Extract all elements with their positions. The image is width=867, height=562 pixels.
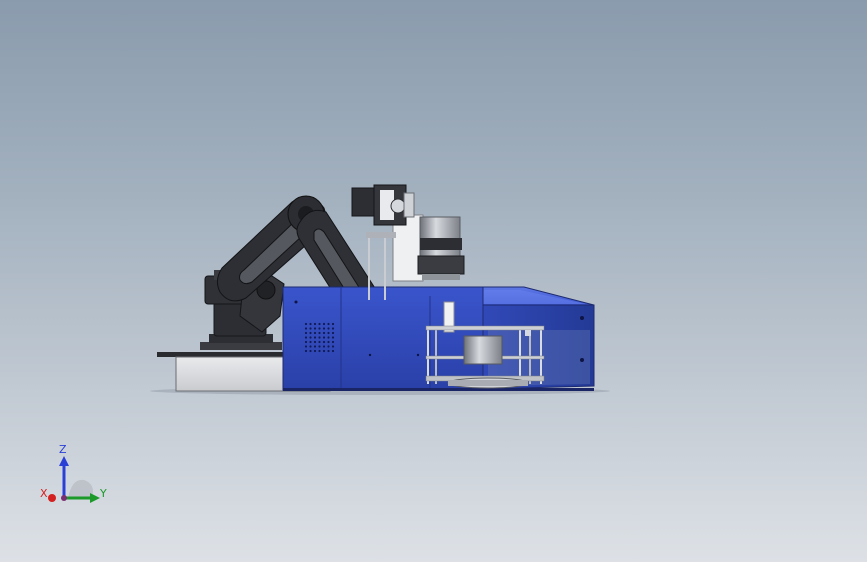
vent-hole bbox=[304, 349, 308, 353]
vent-hole bbox=[309, 336, 312, 339]
vent-hole bbox=[313, 336, 317, 339]
vent-hole bbox=[322, 340, 326, 344]
axis-label-x: X bbox=[40, 487, 48, 500]
vent-hole bbox=[327, 340, 330, 344]
vent-hole bbox=[313, 340, 317, 344]
vent-hole bbox=[318, 327, 321, 330]
vent-hole bbox=[327, 331, 330, 335]
vent-hole bbox=[318, 340, 321, 344]
vent-hole bbox=[331, 327, 335, 330]
vent-hole bbox=[322, 331, 326, 335]
vent-hole bbox=[313, 349, 317, 353]
vent-hole bbox=[309, 331, 312, 335]
vent-hole bbox=[318, 331, 321, 335]
vent-hole bbox=[327, 349, 330, 353]
vent-hole bbox=[309, 349, 312, 353]
vent-hole bbox=[313, 327, 317, 330]
vent-hole bbox=[327, 345, 330, 348]
vent-hole bbox=[304, 336, 308, 339]
vent-hole bbox=[313, 322, 317, 326]
vent-hole bbox=[313, 331, 317, 335]
vent-hole bbox=[304, 345, 308, 348]
blue-enclosure[interactable] bbox=[282, 286, 595, 391]
vent-hole bbox=[309, 322, 312, 326]
vent-hole bbox=[331, 331, 335, 335]
vent-hole bbox=[309, 345, 312, 348]
vent-hole bbox=[331, 322, 335, 326]
vent-hole bbox=[322, 349, 326, 353]
vent-hole bbox=[327, 327, 330, 330]
vent-hole bbox=[309, 340, 312, 344]
vent-hole bbox=[322, 327, 326, 330]
axis-triad: Z Y X bbox=[38, 440, 118, 510]
vent-hole bbox=[331, 336, 335, 339]
vent-hole bbox=[318, 322, 321, 326]
vent-hole bbox=[322, 336, 326, 339]
vent-hole bbox=[331, 340, 335, 344]
vent-hole bbox=[304, 340, 308, 344]
vent-hole bbox=[304, 322, 308, 326]
vent-hole bbox=[331, 345, 335, 348]
vent-hole bbox=[318, 345, 321, 348]
vent-hole bbox=[327, 336, 330, 339]
vent-hole bbox=[304, 331, 308, 335]
vent-hole bbox=[304, 327, 308, 330]
vent-hole bbox=[331, 349, 335, 353]
vent-hole bbox=[309, 327, 312, 330]
bracket bbox=[525, 330, 531, 336]
axis-label-z: Z bbox=[59, 443, 67, 456]
x-axis bbox=[48, 494, 56, 502]
vent-hole bbox=[327, 322, 330, 326]
vent-hole bbox=[318, 349, 321, 353]
cad-model[interactable] bbox=[0, 0, 867, 562]
vent-hole bbox=[322, 322, 326, 326]
vent-hole bbox=[318, 336, 321, 339]
camera-tower[interactable] bbox=[351, 184, 465, 300]
axis-label-y: Y bbox=[100, 487, 107, 500]
graphics-viewport[interactable]: Z Y X bbox=[0, 0, 867, 562]
vent-hole bbox=[313, 345, 317, 348]
vent-hole bbox=[322, 345, 326, 348]
